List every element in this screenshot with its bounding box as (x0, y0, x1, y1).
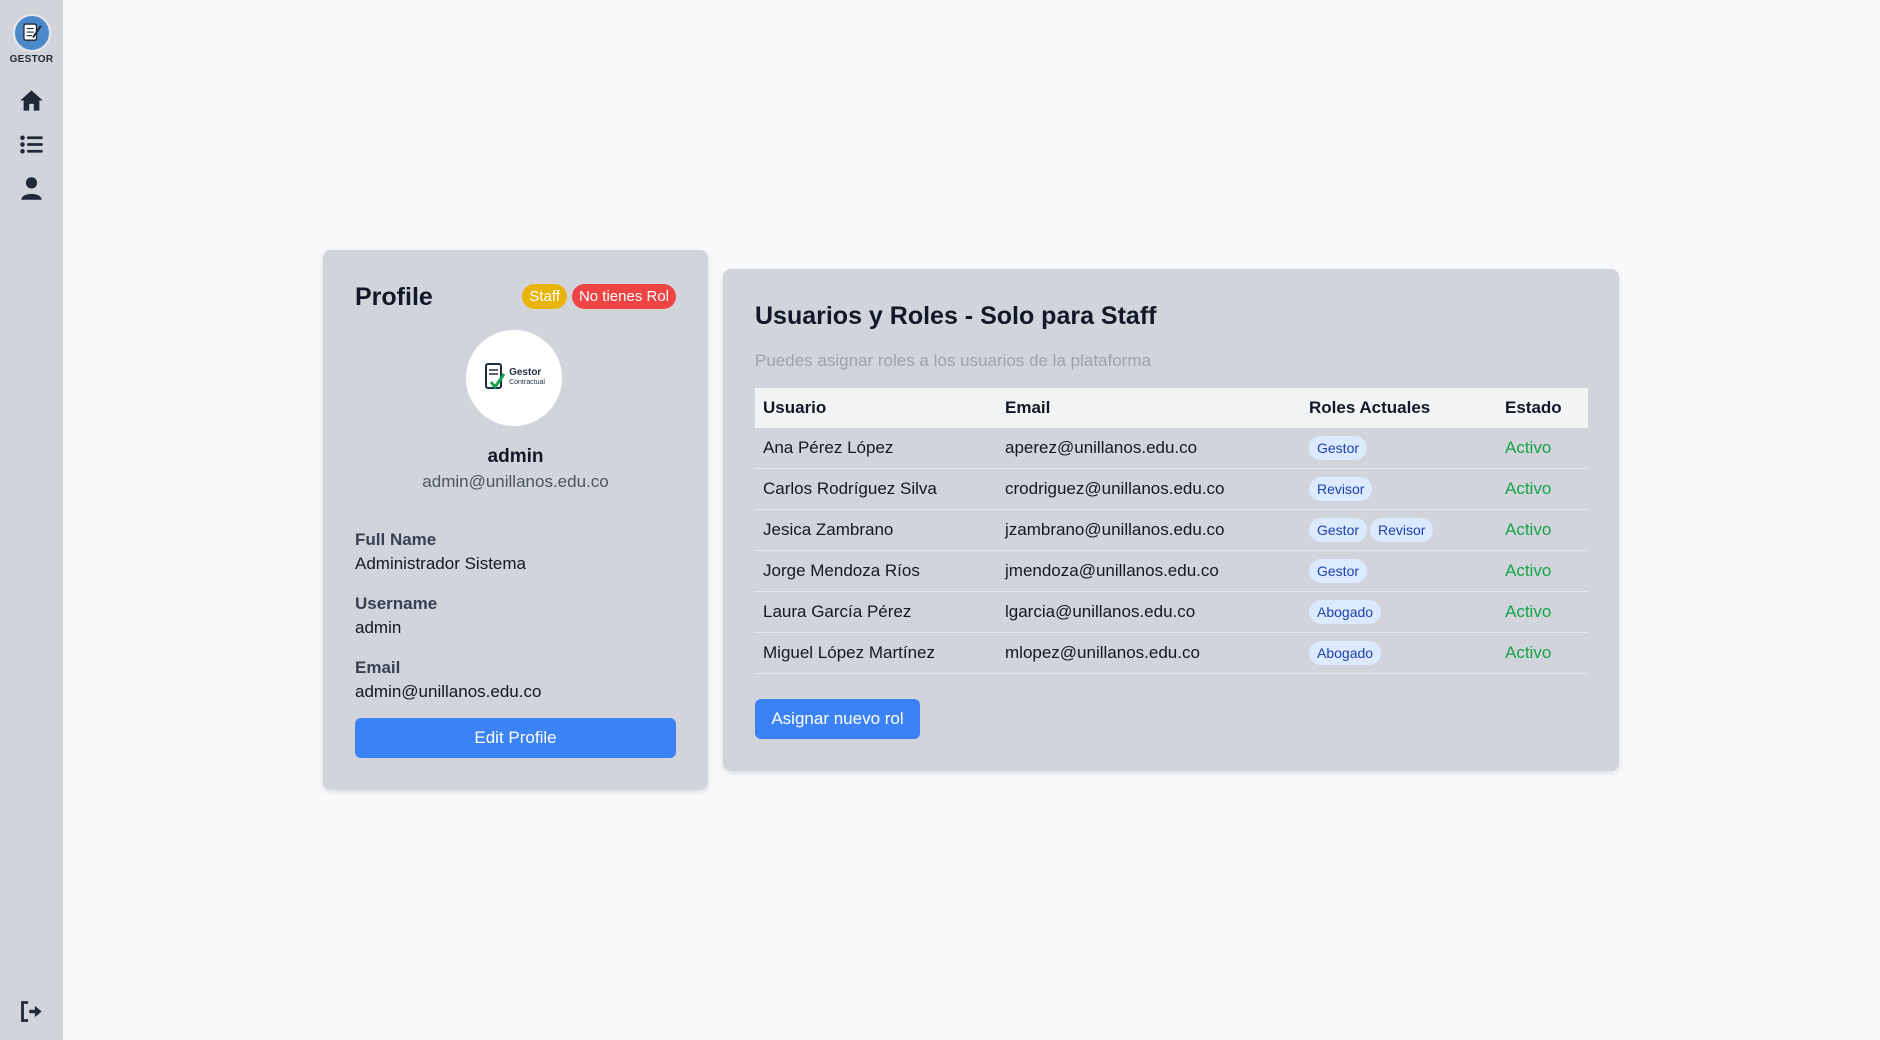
user-email-cell: aperez@unillanos.edu.co (997, 428, 1301, 469)
table-row[interactable]: Jesica Zambrano jzambrano@unillanos.edu.c… (755, 509, 1588, 551)
avatar-label: Gestor Contractual (509, 368, 545, 388)
email-label: Email (355, 658, 401, 677)
user-name-cell: Ana Pérez López (755, 428, 997, 469)
full-name-value: Administrador Sistema (355, 554, 527, 573)
profile-username: admin (487, 446, 544, 467)
list-icon[interactable] (18, 131, 45, 158)
user-roles-cell: Gestor Revisor (1301, 509, 1497, 551)
table-row[interactable]: Laura García Pérez lgarcia@unillanos.edu.… (755, 591, 1588, 633)
user-name-cell: Jesica Zambrano (755, 509, 997, 551)
column-header-roles: Roles Actuales (1301, 388, 1497, 428)
logo-icon (12, 14, 51, 52)
user-roles-cell: Revisor (1301, 468, 1497, 510)
avatar-line1: Gestor (509, 367, 542, 378)
role-badge: Gestor (1309, 559, 1368, 583)
username-value: admin (355, 618, 402, 637)
username-label: Username (355, 594, 438, 613)
document-check-icon (485, 363, 506, 390)
column-header-usuario: Usuario (755, 388, 997, 428)
user-name-cell: Miguel López Martínez (755, 632, 997, 674)
full-name-label: Full Name (355, 530, 437, 549)
table-row[interactable]: Ana Pérez López aperez@unillanos.edu.co Ge… (755, 428, 1588, 469)
user-roles-cell: Abogado (1301, 632, 1497, 674)
user-status-cell: Activo (1497, 550, 1588, 592)
table-row[interactable]: Miguel López Martínez mlopez@unillanos.ed… (755, 632, 1588, 674)
user-name-cell: Laura García Pérez (755, 591, 997, 633)
users-panel-subtitle: Puedes asignar roles a los usuarios de l… (755, 351, 1151, 370)
user-status-cell: Activo (1497, 428, 1588, 469)
table-header-row: Usuario Email Roles Actuales Estado (755, 388, 1588, 428)
column-header-estado: Estado (1497, 388, 1588, 428)
logo-text: GESTOR (9, 54, 54, 65)
table-row[interactable]: Carlos Rodríguez Silva crodriguez@unillan… (755, 468, 1588, 510)
role-badge: Revisor (1309, 477, 1373, 501)
user-icon[interactable] (18, 175, 45, 202)
avatar-line2: Contractual (509, 379, 545, 386)
user-name-cell: Carlos Rodríguez Silva (755, 468, 997, 510)
profile-badges: Staff No tienes Rol (522, 284, 676, 309)
no-role-badge: No tienes Rol (571, 284, 676, 309)
user-email-cell: lgarcia@unillanos.edu.co (997, 591, 1301, 633)
role-badge: Abogado (1309, 641, 1382, 665)
edit-profile-button[interactable]: Edit Profile (355, 718, 676, 758)
user-name-cell: Jorge Mendoza Ríos (755, 550, 997, 592)
assign-role-button[interactable]: Asignar nuevo rol (755, 699, 920, 739)
profile-card: Profile Staff No tienes Rol Gestor Contr… (323, 250, 708, 790)
users-panel-title: Usuarios y Roles - Solo para Staff (755, 302, 1157, 330)
role-badge: Gestor (1309, 518, 1368, 542)
user-email-cell: mlopez@unillanos.edu.co (997, 632, 1301, 674)
users-table: Usuario Email Roles Actuales Estado Ana … (755, 388, 1588, 674)
email-value: admin@unillanos.edu.co (355, 682, 542, 701)
user-roles-cell: Gestor (1301, 550, 1497, 592)
profile-title: Profile (355, 283, 433, 311)
sidebar: GESTOR (0, 0, 63, 1040)
user-email-cell: crodriguez@unillanos.edu.co (997, 468, 1301, 510)
staff-badge: Staff (522, 284, 567, 309)
user-email-cell: jzambrano@unillanos.edu.co (997, 509, 1301, 551)
user-status-cell: Activo (1497, 468, 1588, 510)
avatar: Gestor Contractual (466, 330, 562, 426)
role-badge: Abogado (1309, 600, 1382, 624)
profile-email: admin@unillanos.edu.co (422, 472, 609, 491)
table-row[interactable]: Jorge Mendoza Ríos jmendoza@unillanos.edu… (755, 550, 1588, 592)
logout-icon[interactable] (18, 998, 45, 1025)
user-status-cell: Activo (1497, 509, 1588, 551)
user-roles-cell: Abogado (1301, 591, 1497, 633)
role-badge: Gestor (1309, 436, 1368, 460)
users-roles-card: Usuarios y Roles - Solo para Staff Puede… (723, 269, 1619, 771)
role-badge: Revisor (1370, 518, 1434, 542)
column-header-email: Email (997, 388, 1301, 428)
app-logo[interactable]: GESTOR (0, 14, 63, 65)
user-email-cell: jmendoza@unillanos.edu.co (997, 550, 1301, 592)
user-roles-cell: Gestor (1301, 428, 1497, 469)
user-status-cell: Activo (1497, 632, 1588, 674)
user-status-cell: Activo (1497, 591, 1588, 633)
home-icon[interactable] (18, 87, 45, 114)
